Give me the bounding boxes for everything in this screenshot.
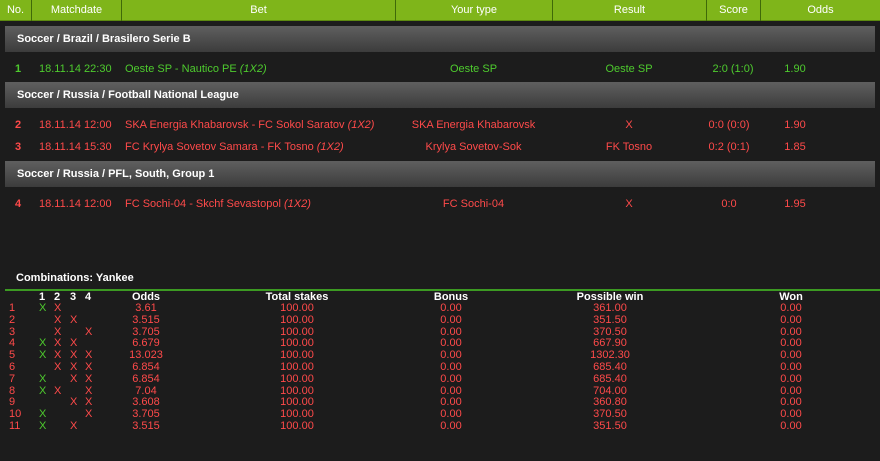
group-header: Soccer / Russia / PFL, South, Group 1 (5, 161, 875, 187)
bet-your-type: SKA Energia Khabarovsk (411, 119, 536, 131)
bet-no: 3 (15, 141, 22, 153)
bet-match-name: SKA Energia Khabarovsk - FC Sokol Sarato… (125, 119, 345, 131)
col-matchdate: Matchdate (32, 0, 122, 21)
bet-match-name: FC Krylya Sovetov Samara - FK Tosno (125, 141, 314, 153)
comb-odds: 3.515 (132, 313, 160, 326)
bet-date: 18.11.14 15:30 (39, 141, 112, 153)
comb-header-match-3: 3 (70, 291, 77, 303)
combination-row: 11 X X 3.515 100.00 0.00 351.50 0.00 (0, 420, 880, 433)
bet-your-type: Krylya Sovetov-Sok (425, 141, 522, 153)
comb-stakes: 100.00 (280, 313, 314, 326)
comb-won: 0.00 (780, 313, 802, 326)
bet-market-tag: (1X2) (347, 119, 375, 131)
group-header: Soccer / Russia / Football National Leag… (5, 82, 875, 108)
comb-match-3-marker: X (70, 420, 78, 432)
bet-market-tag: (1X2) (283, 198, 311, 210)
bet-result: Oeste SP (605, 63, 653, 75)
col-result: Result (553, 0, 707, 21)
comb-match-1-marker: X (39, 349, 47, 362)
comb-match-1-marker: X (39, 302, 47, 314)
bet-no: 1 (15, 63, 22, 75)
comb-possible-win: 351.50 (593, 313, 627, 326)
bet-match: Oeste SP - Nautico PE (1X2) (125, 60, 267, 78)
comb-possible-win: 351.50 (593, 420, 627, 432)
bet-date: 18.11.14 12:00 (39, 119, 112, 131)
col-bet: Bet (122, 0, 396, 21)
bet-match-name: Oeste SP - Nautico PE (125, 63, 237, 75)
bet-match: SKA Energia Khabarovsk - FC Sokol Sarato… (125, 116, 374, 134)
comb-match-4-marker: X (85, 325, 93, 338)
bet-result: X (625, 198, 633, 210)
bet-result: X (625, 119, 633, 131)
bet-your-type: FC Sochi-04 (442, 198, 505, 210)
group-header: Soccer / Brazil / Brasilero Serie B (5, 26, 875, 52)
bet-row: 4 18.11.14 12:00 FC Sochi-04 - Skchf Sev… (0, 195, 880, 213)
comb-bonus: 0.00 (440, 372, 462, 385)
bet-row: 2 18.11.14 12:00 SKA Energia Khabarovsk … (0, 116, 880, 134)
comb-bonus: 0.00 (440, 420, 462, 432)
bet-market-tag: (1X2) (316, 141, 344, 153)
comb-match-2-marker: X (54, 313, 62, 326)
col-score: Score (707, 0, 761, 21)
comb-possible-win: 685.40 (593, 372, 627, 385)
col-odds: Odds (807, 4, 834, 16)
comb-match-2-marker: X (54, 361, 62, 373)
bet-odds: 1.95 (784, 198, 806, 210)
bet-table-header: No. Matchdate Bet Your type Result Score… (0, 0, 880, 21)
comb-match-1-marker: X (39, 420, 47, 432)
comb-no: 11 (9, 420, 21, 432)
bet-market-tag: (1X2) (239, 63, 267, 75)
col-your-type: Your type (396, 0, 553, 21)
comb-match-1-marker: X (39, 372, 47, 385)
bet-score: 0:0 (0:0) (708, 119, 750, 131)
col-no: No. (0, 0, 32, 21)
bet-date: 18.11.14 12:00 (39, 198, 112, 210)
bet-row: 3 18.11.14 15:30 FC Krylya Sovetov Samar… (0, 138, 880, 156)
comb-match-4-marker: X (85, 408, 93, 421)
bet-odds: 1.90 (784, 63, 806, 75)
comb-header-match-4: 4 (85, 291, 92, 303)
comb-no: 7 (9, 372, 16, 385)
comb-won: 0.00 (780, 420, 802, 432)
comb-match-3-marker: X (70, 396, 78, 409)
bet-odds: 1.85 (784, 141, 806, 153)
comb-match-4-marker: X (85, 372, 93, 385)
bet-match-name: FC Sochi-04 - Skchf Sevastopol (125, 198, 281, 210)
comb-match-3-marker: X (70, 313, 78, 326)
comb-odds: 6.854 (132, 372, 160, 385)
bet-match: FC Krylya Sovetov Samara - FK Tosno (1X2… (125, 138, 344, 156)
bet-score: 0:0 (721, 198, 737, 210)
combination-row: 2 X X 3.515 100.00 0.00 351.50 0.00 (0, 313, 880, 327)
bet-score: 0:2 (0:1) (708, 141, 750, 153)
comb-stakes: 100.00 (280, 420, 314, 432)
comb-match-1-marker: X (39, 384, 47, 397)
bet-row: 1 18.11.14 22:30 Oeste SP - Nautico PE (… (0, 60, 880, 78)
bet-odds: 1.90 (784, 119, 806, 131)
combination-row: 7 X X X 6.854 100.00 0.00 685.40 0.00 (0, 372, 880, 386)
combinations-title: Combinations: Yankee (16, 272, 134, 284)
bet-date: 18.11.14 22:30 (39, 63, 112, 75)
comb-no: 2 (9, 313, 16, 326)
comb-stakes: 100.00 (280, 372, 314, 385)
bet-score: 2:0 (1:0) (712, 63, 754, 75)
comb-odds: 3.515 (132, 420, 160, 432)
bet-no: 2 (15, 119, 22, 131)
bet-no: 4 (15, 198, 22, 210)
comb-match-2-marker: X (54, 384, 62, 397)
comb-won: 0.00 (780, 372, 802, 385)
bet-result: FK Tosno (605, 141, 653, 153)
bet-match: FC Sochi-04 - Skchf Sevastopol (1X2) (125, 195, 311, 213)
bet-your-type: Oeste SP (449, 63, 498, 75)
comb-match-3-marker: X (70, 372, 78, 385)
comb-bonus: 0.00 (440, 313, 462, 326)
